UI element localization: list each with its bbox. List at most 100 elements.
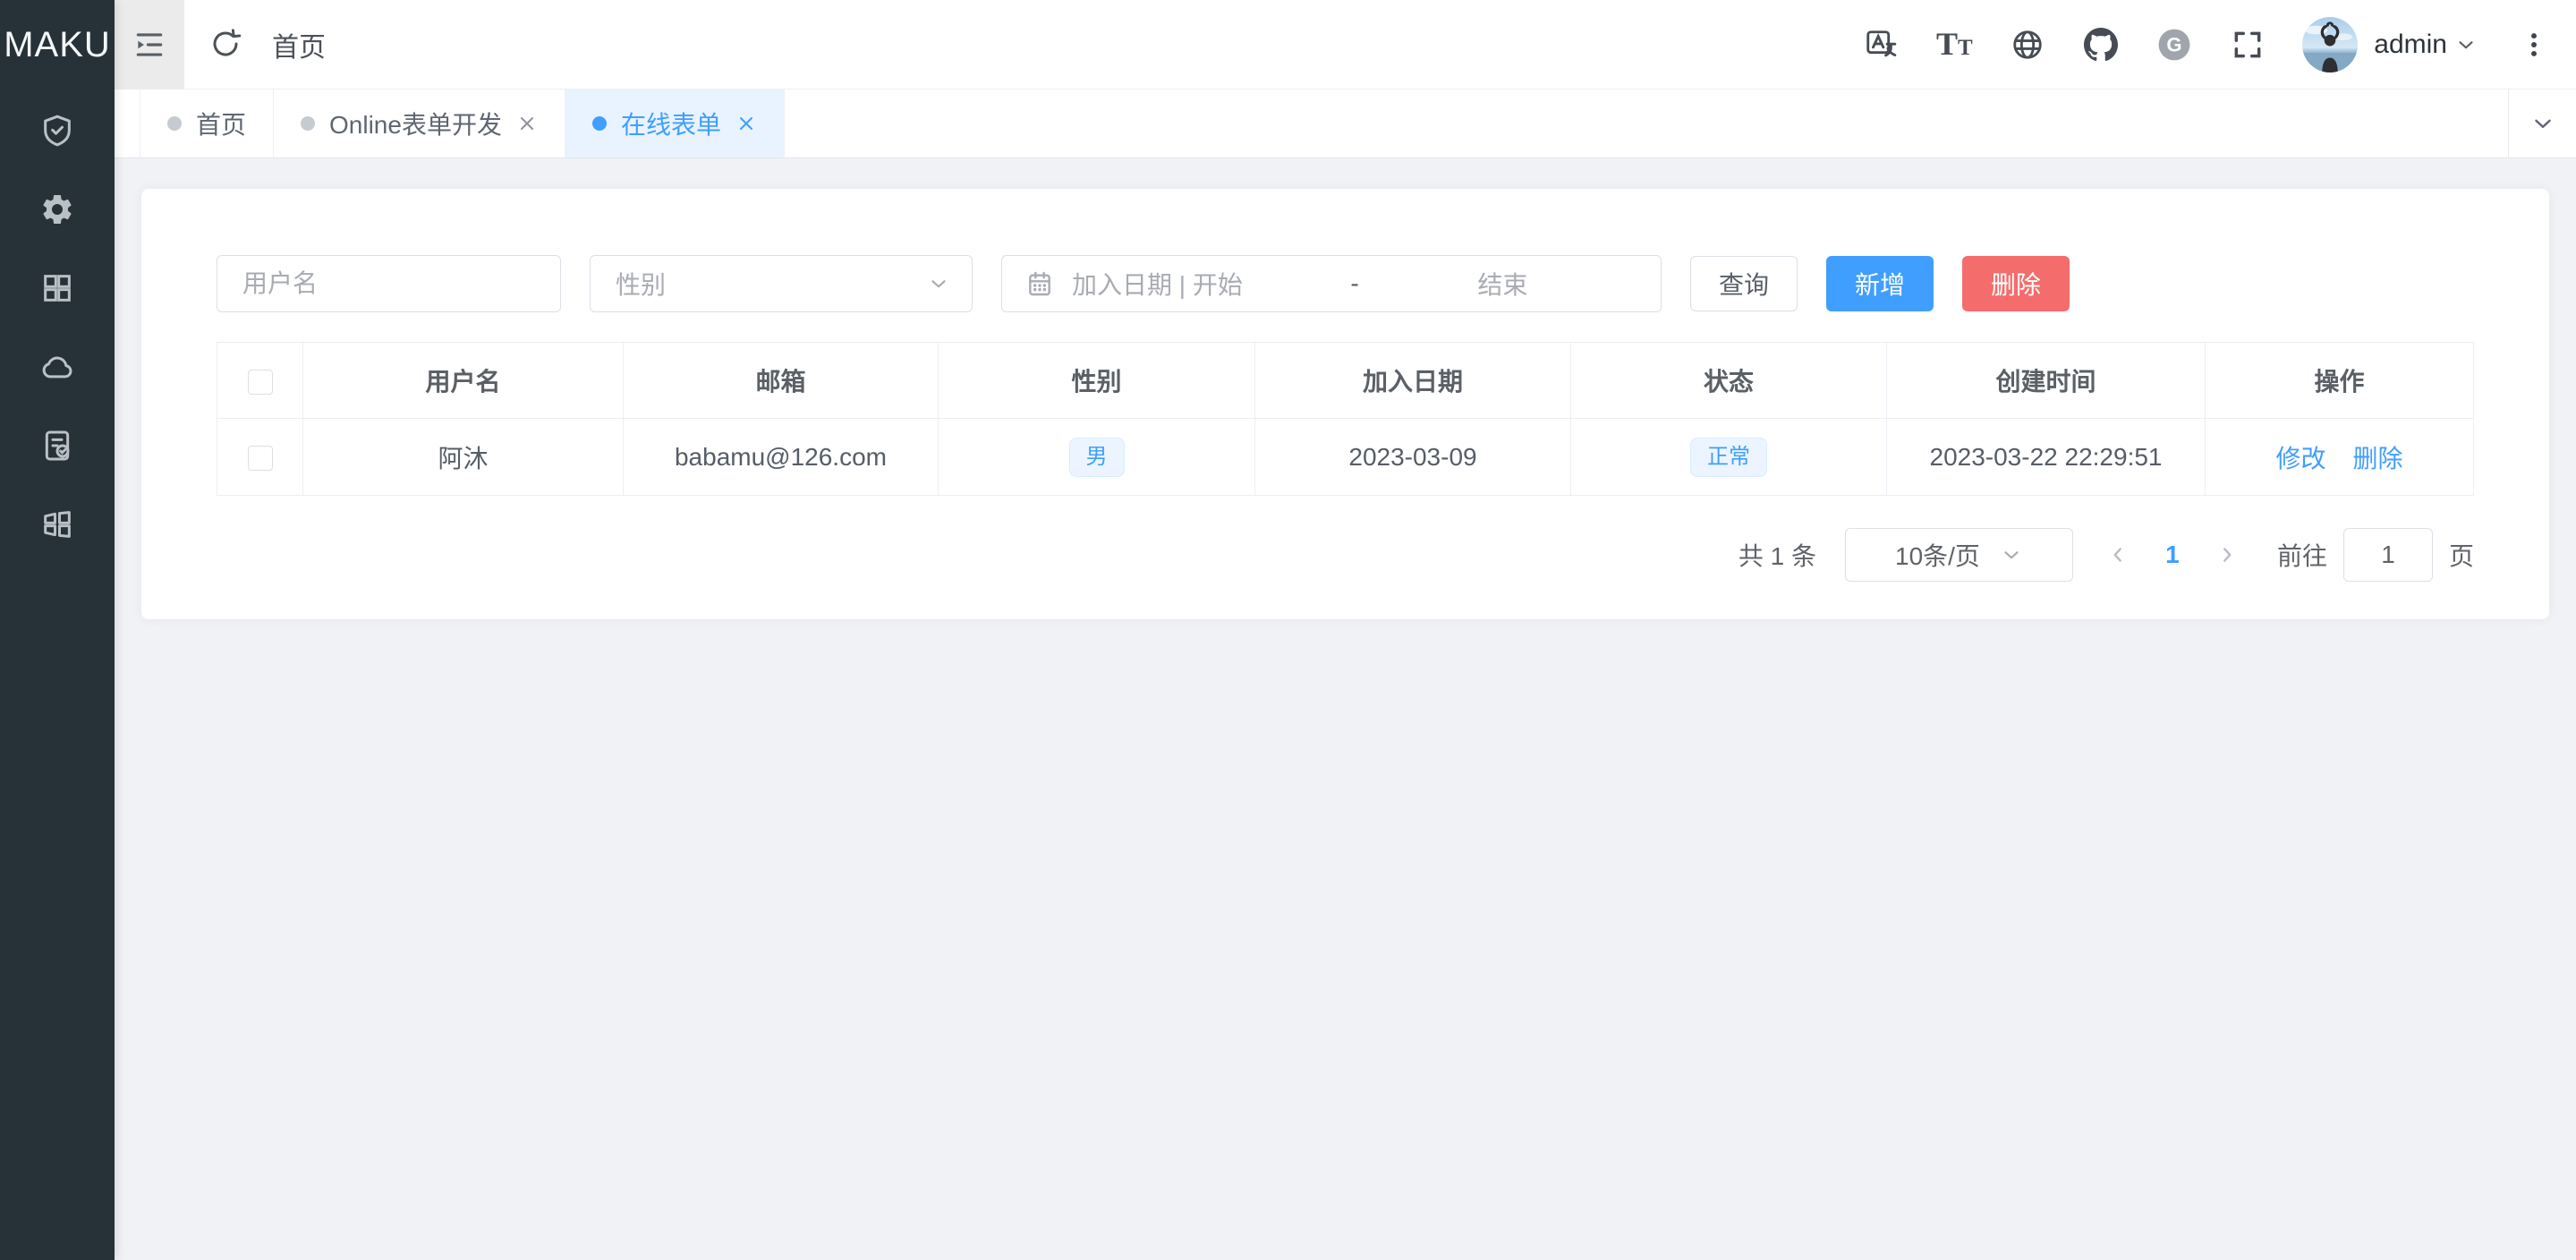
calendar-icon	[1025, 269, 1054, 298]
tab-label: 在线表单	[621, 106, 721, 141]
row-action-0[interactable]: 修改	[2275, 445, 2325, 472]
font-size-button[interactable]: TT	[1937, 28, 1971, 62]
tab-status-dot	[167, 116, 182, 131]
table-row: 阿沐babamu@126.com 男 2023-03-09 正常 2023-03-22 …	[217, 419, 2474, 496]
form-check-icon	[39, 428, 75, 464]
username[interactable]: admin	[2374, 30, 2447, 60]
column-header-5[interactable]: 创建时间	[1887, 343, 2206, 419]
topbar: 首页 TTG admin	[115, 0, 2576, 89]
translate-icon	[1864, 28, 1898, 62]
username-input[interactable]	[217, 255, 561, 312]
content-area: 性别 加入日期 | 开始 - 结束 查询 新增 删除 用户名邮箱性别加入日期状态…	[115, 158, 2576, 1260]
goto-page-input[interactable]	[2343, 528, 2433, 582]
add-button[interactable]: 新增	[1826, 256, 1934, 311]
cell-gender: 男	[939, 419, 1255, 496]
chevron-down-icon	[2000, 543, 2023, 566]
tab-label: Online表单开发	[329, 106, 502, 141]
gitee-button[interactable]: G	[2157, 28, 2191, 62]
tab-2[interactable]: 在线表单	[565, 89, 785, 158]
sidebar: MAKU	[0, 0, 115, 1260]
tab-label: 首页	[196, 106, 246, 141]
chevron-down-icon	[2529, 110, 2556, 137]
more-menu-button[interactable]	[2519, 30, 2549, 60]
data-table: 用户名邮箱性别加入日期状态创建时间操作 阿沐babamu@126.com 男 202…	[217, 342, 2474, 496]
row-checkbox[interactable]	[248, 446, 273, 471]
globe-button[interactable]	[2011, 28, 2045, 62]
page-size-value: 10条/页	[1895, 537, 1980, 573]
close-icon[interactable]	[516, 113, 538, 134]
join-date-range-picker[interactable]: 加入日期 | 开始 - 结束	[1001, 255, 1662, 312]
select-all-cell	[217, 343, 303, 419]
sidebar-nav	[0, 89, 115, 564]
header-actions: TT G	[1864, 28, 2265, 62]
table-body: 阿沐babamu@126.com 男 2023-03-09 正常 2023-03-22 …	[217, 419, 2474, 496]
github-icon	[2084, 28, 2118, 62]
gender-tag: 男	[1069, 438, 1125, 477]
tab-1[interactable]: Online表单开发	[274, 89, 565, 158]
gitee-icon: G	[2157, 28, 2191, 62]
chevron-left-icon	[2106, 543, 2130, 566]
refresh-button[interactable]	[209, 28, 243, 62]
search-button[interactable]: 查询	[1690, 256, 1798, 311]
svg-text:G: G	[2167, 33, 2182, 55]
cell-created-at: 2023-03-22 22:29:51	[1887, 419, 2206, 496]
prev-page-button[interactable]	[2091, 528, 2145, 582]
grid-icon	[39, 270, 75, 306]
avatar[interactable]	[2302, 17, 2358, 72]
date-start-placeholder: 加入日期 | 开始	[1054, 266, 1341, 302]
translate-button[interactable]	[1864, 28, 1898, 62]
goto-label: 前往	[2277, 537, 2327, 573]
page-number-1[interactable]: 1	[2145, 528, 2200, 582]
sidebar-item-settings[interactable]	[0, 170, 115, 249]
cell-join-date: 2023-03-09	[1255, 419, 1571, 496]
tabbar-tabs: 首页 Online表单开发 在线表单	[140, 89, 785, 158]
gender-select-placeholder: 性别	[616, 266, 927, 302]
cell-status: 正常	[1571, 419, 1887, 496]
page-size-select[interactable]: 10条/页	[1845, 528, 2073, 582]
cell-username: 阿沐	[303, 419, 624, 496]
sidebar-fold-button[interactable]	[115, 0, 184, 89]
refresh-icon	[209, 28, 243, 60]
tab-status-dot	[592, 116, 607, 131]
online-form-card: 性别 加入日期 | 开始 - 结束 查询 新增 删除 用户名邮箱性别加入日期状态…	[141, 189, 2549, 619]
chevron-down-icon	[927, 272, 950, 295]
gender-select[interactable]: 性别	[590, 255, 973, 312]
column-header-1[interactable]: 邮箱	[624, 343, 939, 419]
tabbar: 首页 Online表单开发 在线表单	[115, 89, 2576, 158]
github-button[interactable]	[2084, 28, 2118, 62]
pager: 1	[2091, 528, 2254, 582]
shield-check-icon	[39, 113, 75, 149]
chevron-right-icon	[2215, 543, 2239, 566]
date-separator: -	[1341, 269, 1367, 298]
page-unit-label: 页	[2449, 537, 2474, 573]
tab-dropdown-button[interactable]	[2508, 89, 2576, 158]
column-header-4[interactable]: 状态	[1571, 343, 1887, 419]
close-icon[interactable]	[735, 113, 757, 134]
column-header-0[interactable]: 用户名	[303, 343, 624, 419]
pagination: 共 1 条 10条/页 1 前往 页	[217, 528, 2474, 582]
delete-button[interactable]: 删除	[1962, 256, 2070, 311]
column-header-6[interactable]: 操作	[2206, 343, 2474, 419]
date-end-placeholder: 结束	[1368, 266, 1637, 302]
tab-0[interactable]: 首页	[140, 89, 274, 158]
column-header-3[interactable]: 加入日期	[1255, 343, 1571, 419]
next-page-button[interactable]	[2200, 528, 2254, 582]
select-all-checkbox[interactable]	[248, 370, 273, 395]
sidebar-item-layout[interactable]	[0, 485, 115, 564]
app-logo[interactable]: MAKU	[0, 0, 115, 89]
row-action-1[interactable]: 删除	[2353, 445, 2403, 472]
sidebar-item-apps[interactable]	[0, 249, 115, 328]
status-tag: 正常	[1690, 438, 1767, 477]
globe-icon	[2011, 28, 2045, 62]
sidebar-item-online-form[interactable]	[0, 406, 115, 485]
layout-grid-icon	[39, 507, 75, 542]
sidebar-item-cloud[interactable]	[0, 328, 115, 406]
chevron-down-icon[interactable]	[2454, 33, 2478, 56]
cloud-icon	[39, 349, 75, 385]
fullscreen-button[interactable]	[2231, 28, 2265, 62]
fold-icon	[132, 28, 166, 62]
column-header-2[interactable]: 性别	[939, 343, 1255, 419]
sidebar-item-auth[interactable]	[0, 91, 115, 170]
cell-actions: 修改 删除	[2206, 419, 2474, 496]
cell-email: babamu@126.com	[624, 419, 939, 496]
